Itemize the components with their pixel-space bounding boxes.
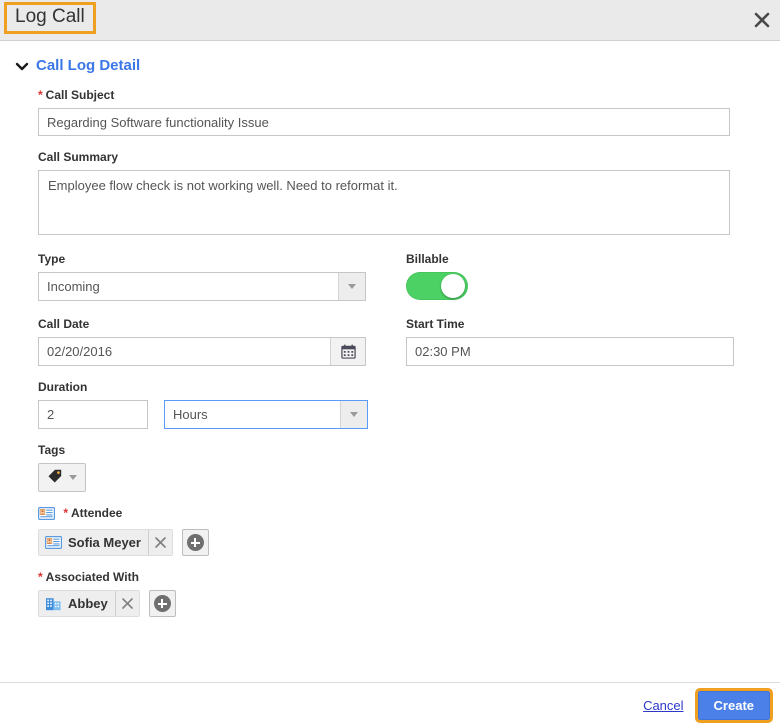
add-attendee-button[interactable] — [181, 529, 209, 556]
field-tags: Tags — [38, 443, 780, 492]
field-attendee: * Attendee Sofia Meyer — [38, 506, 780, 556]
plus-icon — [153, 595, 171, 612]
duration-unit-value: Hours — [173, 407, 208, 422]
field-associated-with: * Associated With Abbey — [38, 570, 780, 617]
attendee-chip-label: Sofia Meyer — [68, 535, 141, 550]
row-type-billable: Type Incoming Billable — [38, 252, 780, 303]
associated-with-chip-row: Abbey — [38, 590, 780, 617]
type-select[interactable]: Incoming — [38, 272, 366, 301]
call-date-input[interactable]: 02/20/2016 — [38, 337, 366, 366]
field-billable: Billable — [406, 252, 736, 303]
field-call-subject: * Call Subject — [38, 88, 780, 136]
section-title: Call Log Detail — [36, 57, 141, 74]
call-summary-textarea[interactable] — [38, 170, 730, 235]
call-summary-label: Call Summary — [38, 150, 119, 164]
tags-label: Tags — [38, 443, 66, 457]
chevron-down-icon[interactable] — [340, 401, 367, 428]
section-header-call-log-detail[interactable]: Call Log Detail — [14, 57, 194, 74]
duration-label: Duration — [38, 380, 88, 394]
call-date-label: Call Date — [38, 317, 90, 331]
field-call-summary: Call Summary — [38, 150, 780, 238]
field-type: Type Incoming — [38, 252, 406, 303]
duration-value-input[interactable] — [38, 400, 148, 429]
associated-with-label-text: Associated With — [45, 570, 139, 584]
billable-label: Billable — [406, 252, 449, 266]
start-time-input[interactable] — [406, 337, 734, 366]
call-subject-label-text: Call Subject — [45, 88, 115, 102]
duration-unit-select[interactable]: Hours — [164, 400, 368, 429]
row-date-time: Call Date 02/20/2016 Start Time 02:30 PM — [38, 317, 780, 366]
field-call-date: Call Date 02/20/2016 — [38, 317, 406, 366]
chevron-down-icon — [69, 475, 77, 480]
form-body: *Call Subject Call Summary Type Incoming… — [0, 74, 780, 617]
tags-dropdown-button[interactable] — [38, 463, 86, 492]
remove-associated-with-icon[interactable] — [114, 591, 139, 616]
cancel-link[interactable]: Cancel — [643, 698, 683, 713]
chevron-down-icon[interactable] — [338, 273, 365, 300]
type-select-value: Incoming — [47, 279, 100, 294]
call-subject-input[interactable] — [38, 108, 730, 136]
start-time-label: Start Time — [406, 317, 465, 331]
associated-with-chip-label: Abbey — [68, 596, 108, 611]
plus-icon — [186, 534, 204, 551]
attendee-label: * Attendee — [38, 506, 780, 523]
company-building-icon — [45, 596, 62, 611]
billable-toggle-knob — [441, 274, 465, 298]
required-marker: * — [38, 570, 43, 584]
contact-card-icon — [38, 507, 56, 523]
required-marker: * — [38, 88, 43, 102]
remove-attendee-icon[interactable] — [147, 530, 172, 555]
call-subject-label: * Call Subject — [38, 88, 780, 102]
attendee-chip-row: Sofia Meyer — [38, 529, 780, 556]
dialog-header: Log Call — [0, 0, 780, 41]
close-icon[interactable] — [752, 10, 772, 30]
dialog-title: Log Call — [4, 2, 96, 34]
associated-with-label: * Associated With — [38, 570, 780, 584]
calendar-icon[interactable] — [330, 338, 365, 365]
attendee-label-text: Attendee — [71, 506, 123, 520]
billable-toggle[interactable] — [406, 272, 468, 300]
type-label: Type — [38, 252, 66, 266]
chevron-down-icon — [14, 58, 30, 74]
add-associated-with-button[interactable] — [148, 590, 176, 617]
contact-card-icon — [45, 536, 62, 549]
required-marker: * — [63, 506, 69, 520]
call-date-value: 02/20/2016 — [47, 344, 113, 359]
attendee-chip[interactable]: Sofia Meyer — [38, 529, 173, 556]
dialog-footer: Cancel Create — [0, 682, 780, 728]
field-start-time: Start Time — [406, 317, 736, 366]
create-button[interactable]: Create — [694, 688, 774, 723]
tag-icon — [47, 468, 63, 487]
field-duration: Duration Hours — [38, 380, 780, 429]
associated-with-chip[interactable]: Abbey — [38, 590, 140, 617]
